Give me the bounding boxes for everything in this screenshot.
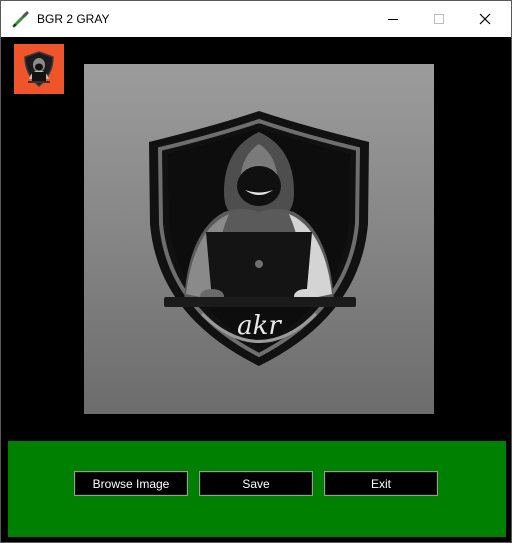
original-thumbnail	[14, 44, 64, 94]
minimize-button[interactable]	[370, 1, 416, 37]
button-panel: Browse Image Save Exit	[8, 441, 506, 537]
close-icon	[479, 13, 491, 25]
window-title: BGR 2 GRAY	[37, 12, 110, 26]
close-button[interactable]	[462, 1, 508, 37]
save-button[interactable]: Save	[199, 471, 313, 496]
browse-image-button[interactable]: Browse Image	[74, 471, 188, 496]
exit-button[interactable]: Exit	[324, 471, 438, 496]
hacker-logo-thumbnail	[24, 51, 54, 87]
hacker-logo-image: akr	[149, 111, 369, 366]
minimize-icon	[388, 19, 398, 20]
maximize-button	[416, 1, 462, 37]
pen-icon	[12, 11, 29, 28]
app-window: BGR 2 GRAY akr Browse Image Save Exit	[0, 0, 512, 543]
preview-image: akr	[84, 64, 434, 414]
watermark-text: akr	[237, 311, 282, 341]
title-bar[interactable]: BGR 2 GRAY	[1, 1, 511, 37]
maximize-icon	[434, 14, 444, 24]
client-area: akr Browse Image Save Exit	[8, 37, 506, 537]
